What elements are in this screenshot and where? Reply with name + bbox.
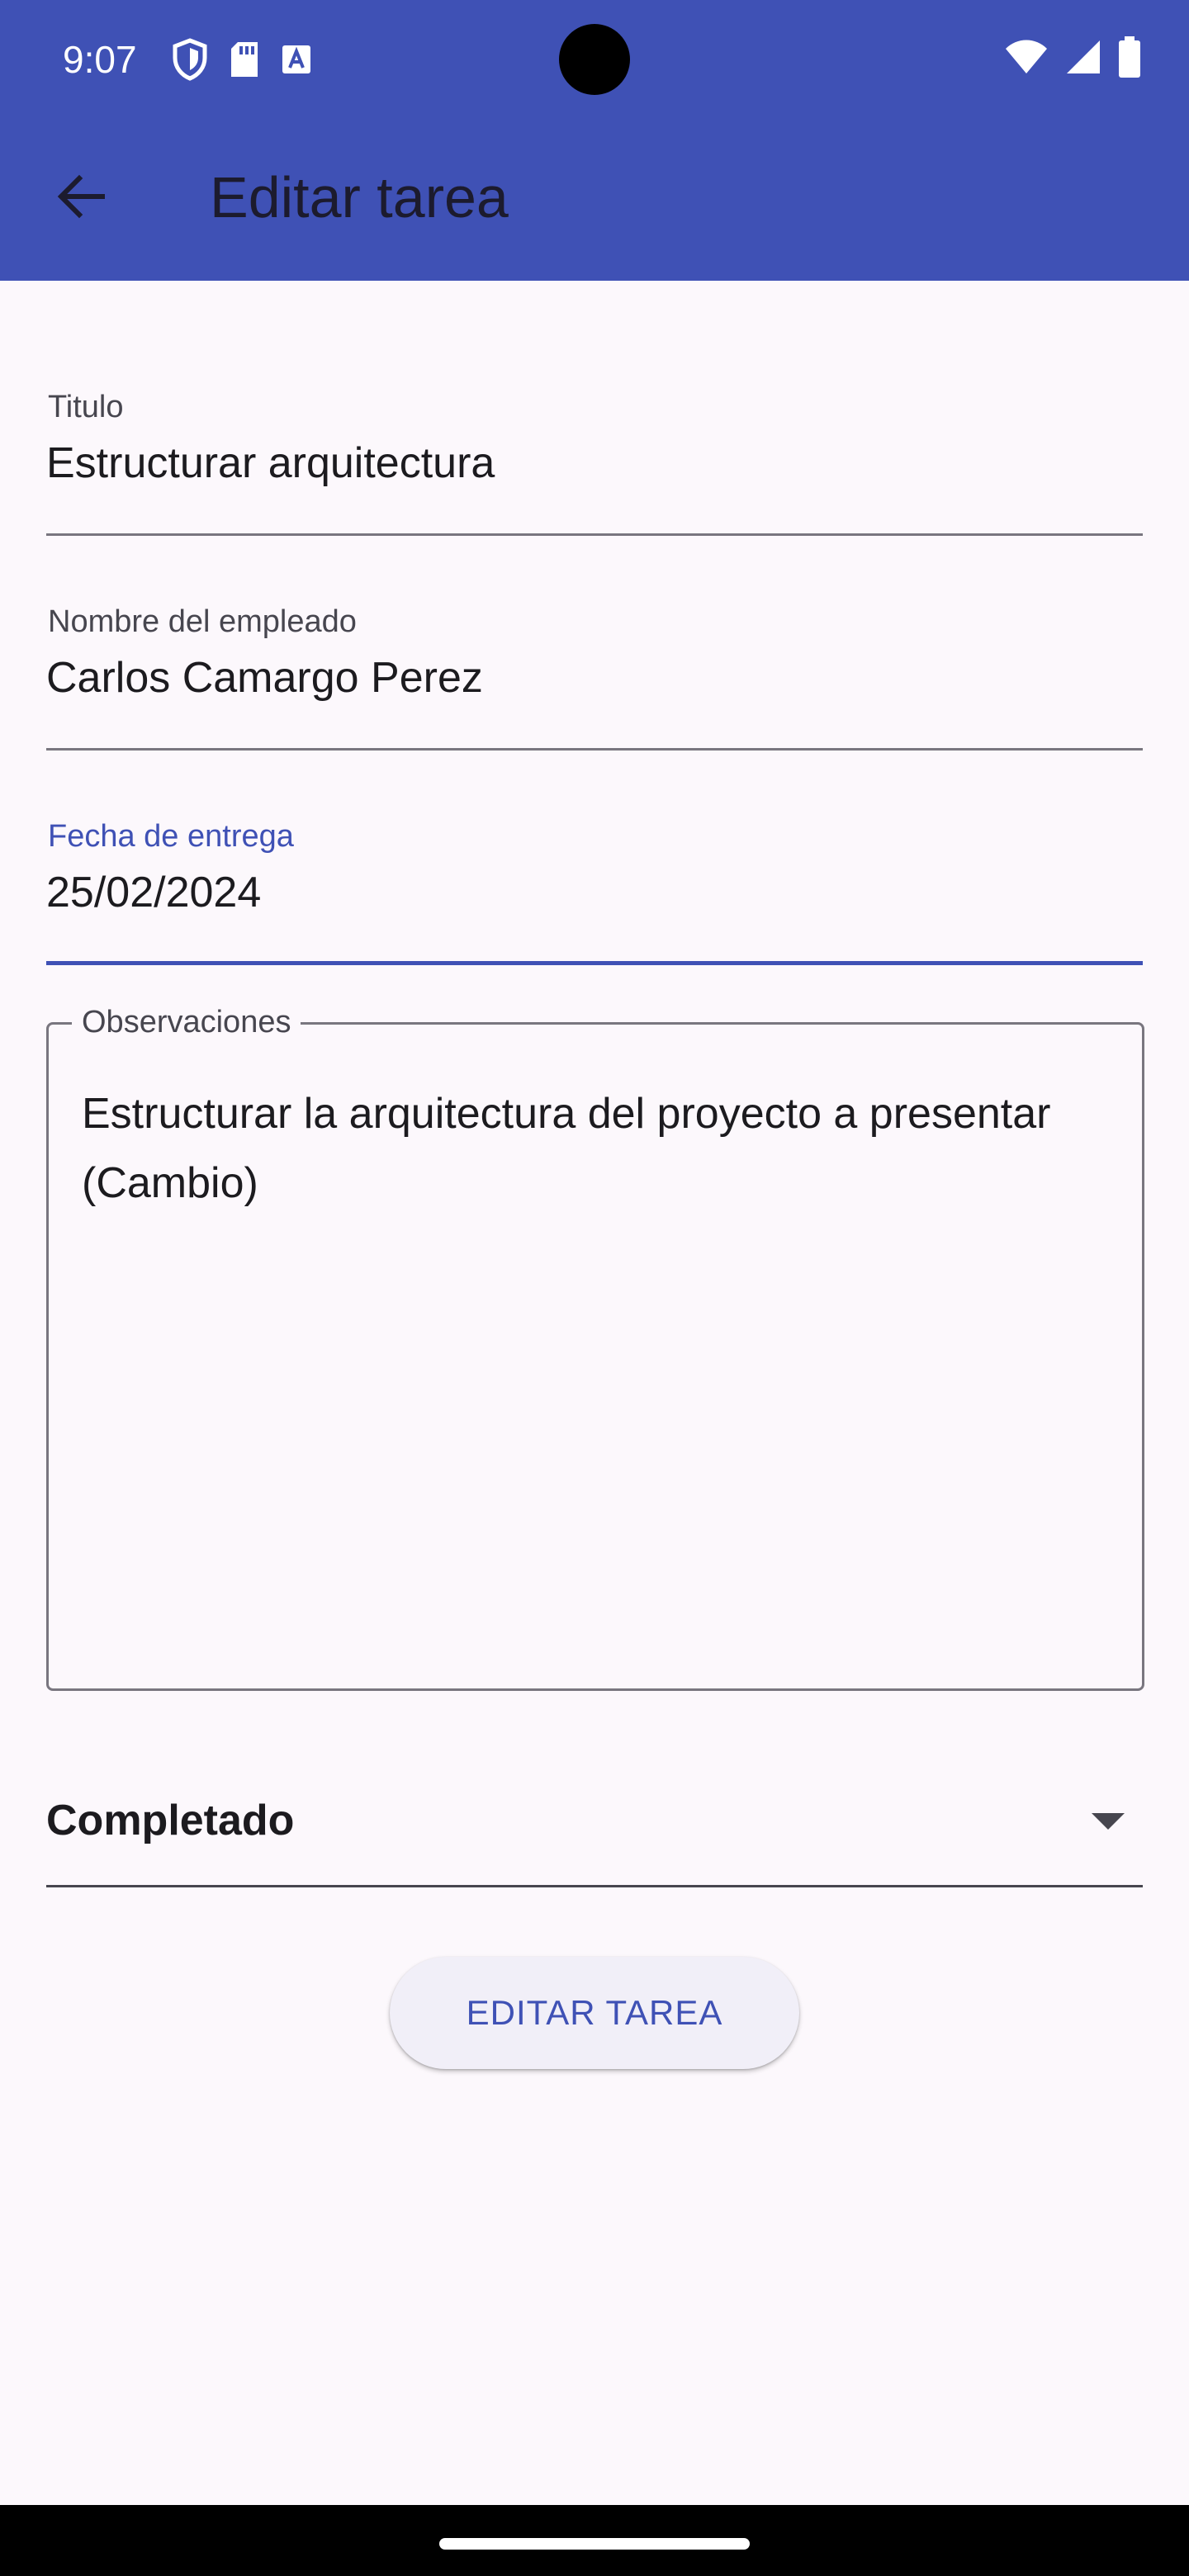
due-date-field-value[interactable]: 25/02/2024 — [46, 867, 261, 918]
dropdown-arrow-icon — [1092, 1813, 1125, 1830]
title-field-label: Titulo — [48, 390, 124, 424]
sd-card-icon — [228, 40, 261, 83]
wifi-icon — [1004, 39, 1049, 79]
front-camera — [559, 24, 630, 95]
arrow-back-icon — [54, 170, 107, 227]
status-icons-right — [1004, 36, 1141, 82]
observations-textarea[interactable]: Observaciones Estructurar la arquitectur… — [46, 1003, 1144, 1691]
observations-label: Observaciones — [72, 1003, 301, 1041]
status-icons-left — [172, 38, 312, 85]
employee-name-field[interactable]: Nombre del empleado Carlos Camargo Perez — [46, 603, 1143, 751]
due-date-field[interactable]: Fecha de entrega 25/02/2024 — [46, 817, 1143, 966]
observations-value[interactable]: Estructurar la arquitectura del proyecto… — [82, 1079, 1106, 1218]
employee-name-field-underline — [46, 748, 1143, 751]
signal-icon — [1065, 39, 1101, 79]
due-date-field-underline — [46, 961, 1143, 965]
home-gesture-handle[interactable] — [439, 2538, 750, 2550]
system-nav-bar — [0, 2505, 1189, 2576]
status-dropdown[interactable]: Completado — [46, 1767, 1143, 1887]
back-button[interactable] — [45, 162, 117, 234]
edit-task-button[interactable]: EDITAR TAREA — [390, 1957, 799, 2069]
title-field-value[interactable]: Estructurar arquitectura — [46, 438, 495, 489]
battery-icon — [1118, 36, 1141, 82]
app-bar: 9:07 Editar tarea — [0, 0, 1189, 281]
employee-name-field-label: Nombre del empleado — [48, 604, 357, 639]
employee-name-field-value[interactable]: Carlos Camargo Perez — [46, 652, 483, 703]
shield-icon — [172, 38, 208, 85]
status-dropdown-value: Completado — [46, 1797, 295, 1844]
font-a-icon — [281, 44, 312, 79]
page-title: Editar tarea — [210, 165, 509, 230]
title-field-underline — [46, 533, 1143, 536]
due-date-field-label: Fecha de entrega — [48, 819, 294, 854]
title-field[interactable]: Titulo Estructurar arquitectura — [46, 388, 1143, 537]
status-dropdown-underline — [46, 1885, 1143, 1887]
status-time: 9:07 — [63, 38, 137, 81]
